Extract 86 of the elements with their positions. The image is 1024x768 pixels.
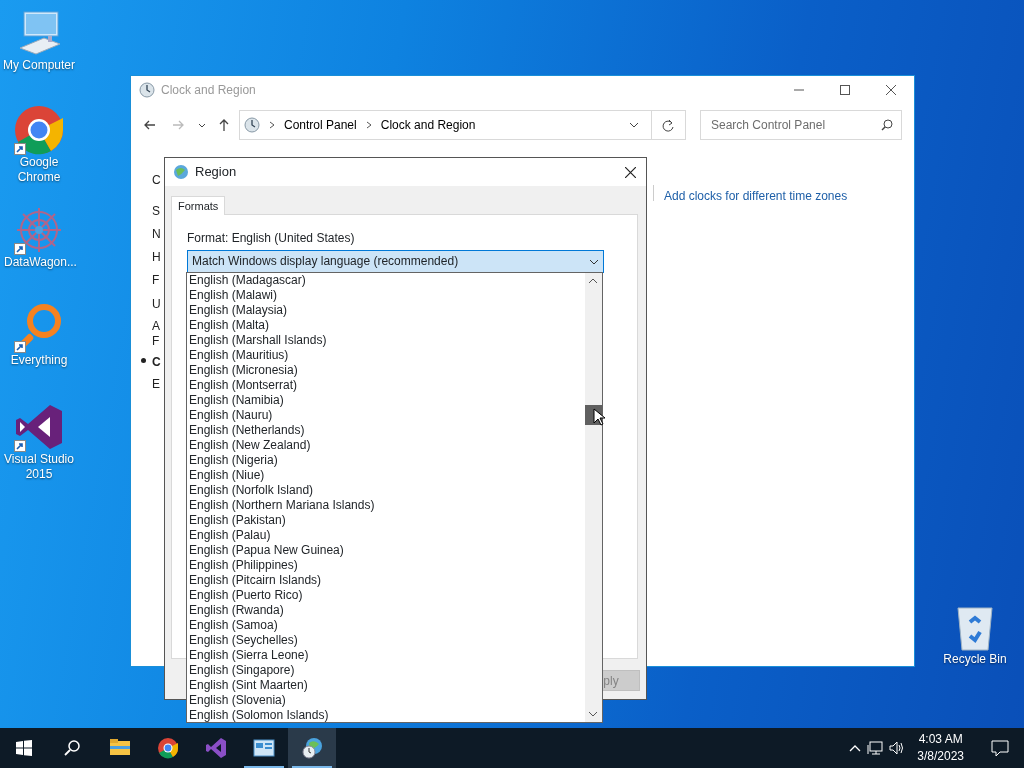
caret-icon — [629, 120, 639, 130]
dropdown-option[interactable]: English (Namibia) — [189, 393, 585, 408]
dropdown-option[interactable]: English (Seychelles) — [189, 633, 585, 648]
text-fragment: F — [152, 272, 160, 289]
dropdown-option[interactable]: English (Slovenia) — [189, 693, 585, 708]
dropdown-option[interactable]: English (Netherlands) — [189, 423, 585, 438]
search-icon — [64, 740, 80, 756]
dropdown-option[interactable]: English (Singapore) — [189, 663, 585, 678]
chrome-icon — [157, 737, 179, 759]
dropdown-option[interactable]: English (Nauru) — [189, 408, 585, 423]
dropdown-option[interactable]: English (Norfolk Island) — [189, 483, 585, 498]
dropdown-option[interactable]: English (Pitcairn Islands) — [189, 573, 585, 588]
search-box[interactable]: Search Control Panel — [700, 110, 902, 140]
control-panel-icon — [253, 737, 275, 759]
dropdown-option[interactable]: English (Montserrat) — [189, 378, 585, 393]
text-fragment: C — [152, 172, 161, 189]
close-icon — [624, 166, 636, 178]
clock[interactable]: 4:03 AM 3/8/2023 — [911, 731, 970, 765]
format-label: Format: English (United States) — [187, 231, 356, 246]
globe-icon — [173, 164, 189, 180]
text-fragment: F — [152, 333, 160, 350]
scroll-down-icon[interactable] — [588, 710, 598, 718]
text-fragment: N — [152, 226, 161, 243]
infinity-icon[interactable] — [14, 402, 64, 452]
dropdown-option[interactable]: English (Pakistan) — [189, 513, 585, 528]
dropdown-option[interactable]: English (Niue) — [189, 468, 585, 483]
scroll-up-icon[interactable] — [588, 277, 598, 285]
notification-icon — [991, 739, 1009, 757]
dropdown-option[interactable]: English (Sierra Leone) — [189, 648, 585, 663]
chevron-icon — [364, 121, 373, 129]
link[interactable]: Add clocks for different time zones — [664, 187, 848, 205]
search-icon — [881, 119, 893, 131]
format-dropdown[interactable]: Match Windows display language (recommended) — [187, 250, 604, 273]
dropdown-option[interactable]: English (Malawi) — [189, 288, 585, 303]
clock-icon — [139, 82, 155, 98]
caret-icon — [589, 257, 599, 266]
time-text: 4:03 AM — [917, 731, 964, 748]
dropdown-option[interactable]: English (Madagascar) — [189, 273, 585, 288]
back-icon — [144, 119, 156, 131]
windows-logo-icon — [16, 740, 32, 756]
close-icon — [886, 85, 896, 95]
refresh-icon — [662, 118, 675, 132]
dropdown-option[interactable]: English (Solomon Islands) — [189, 708, 585, 723]
maximize-icon — [840, 85, 850, 95]
address-bar[interactable]: Control Panel Clock and Region — [239, 110, 686, 140]
dropdown-option[interactable]: English (Papua New Guinea) — [189, 543, 585, 558]
dropdown-option[interactable]: English (Marshall Islands) — [189, 333, 585, 348]
speaker-icon[interactable] — [889, 741, 906, 755]
dropdown-option[interactable]: English (Palau) — [189, 528, 585, 543]
dropdown-option[interactable]: English (Mauritius) — [189, 348, 585, 363]
dropdown-option[interactable]: English (Rwanda) — [189, 603, 585, 618]
text-fragment: E — [152, 376, 160, 393]
chrome-icon[interactable] — [14, 105, 64, 155]
dropdown-option[interactable]: English (Philippines) — [189, 558, 585, 573]
dropdown-option[interactable]: English (Micronesia) — [189, 363, 585, 378]
dropdown-option[interactable]: English (Malta) — [189, 318, 585, 333]
chevron-up-icon[interactable] — [849, 743, 862, 753]
globe-clock-icon — [301, 737, 323, 759]
network-icon[interactable] — [867, 741, 884, 755]
icon-label[interactable]: Recycle Bin — [940, 652, 1010, 667]
date-text: 3/8/2023 — [917, 748, 964, 765]
text-fragment: A — [152, 318, 160, 335]
infinity-icon — [205, 737, 227, 759]
dialog-title: Region — [195, 163, 237, 182]
text-fragment: H — [152, 249, 161, 266]
up-icon — [218, 119, 230, 131]
dropdown-option[interactable]: English (Samoa) — [189, 618, 585, 633]
bullet-icon — [141, 358, 146, 363]
dropdown-option[interactable]: English (Puerto Rico) — [189, 588, 585, 603]
text-fragment: C — [152, 354, 161, 371]
dropdown-option[interactable]: English (Nigeria) — [189, 453, 585, 468]
text-fragment: U — [152, 296, 161, 313]
dropdown-option[interactable]: English (New Zealand) — [189, 438, 585, 453]
dropdown-option[interactable]: English (Sint Maarten) — [189, 678, 585, 693]
text-fragment: S — [152, 203, 160, 220]
taskbar-app-button[interactable] — [288, 728, 336, 768]
breadcrumb-item[interactable]: Clock and Region — [380, 116, 476, 134]
window-title: Clock and Region — [161, 82, 256, 99]
dropdown-option[interactable]: English (Northern Mariana Islands) — [189, 498, 585, 513]
chevron-icon — [268, 121, 276, 129]
clock-icon — [244, 117, 260, 133]
scrollbar[interactable] — [585, 273, 602, 722]
dropdown-option[interactable]: English (Malaysia) — [189, 303, 585, 318]
breadcrumb-item[interactable]: Control Panel — [284, 116, 357, 134]
forward-icon — [172, 119, 184, 131]
tab[interactable]: Formats — [171, 196, 226, 215]
